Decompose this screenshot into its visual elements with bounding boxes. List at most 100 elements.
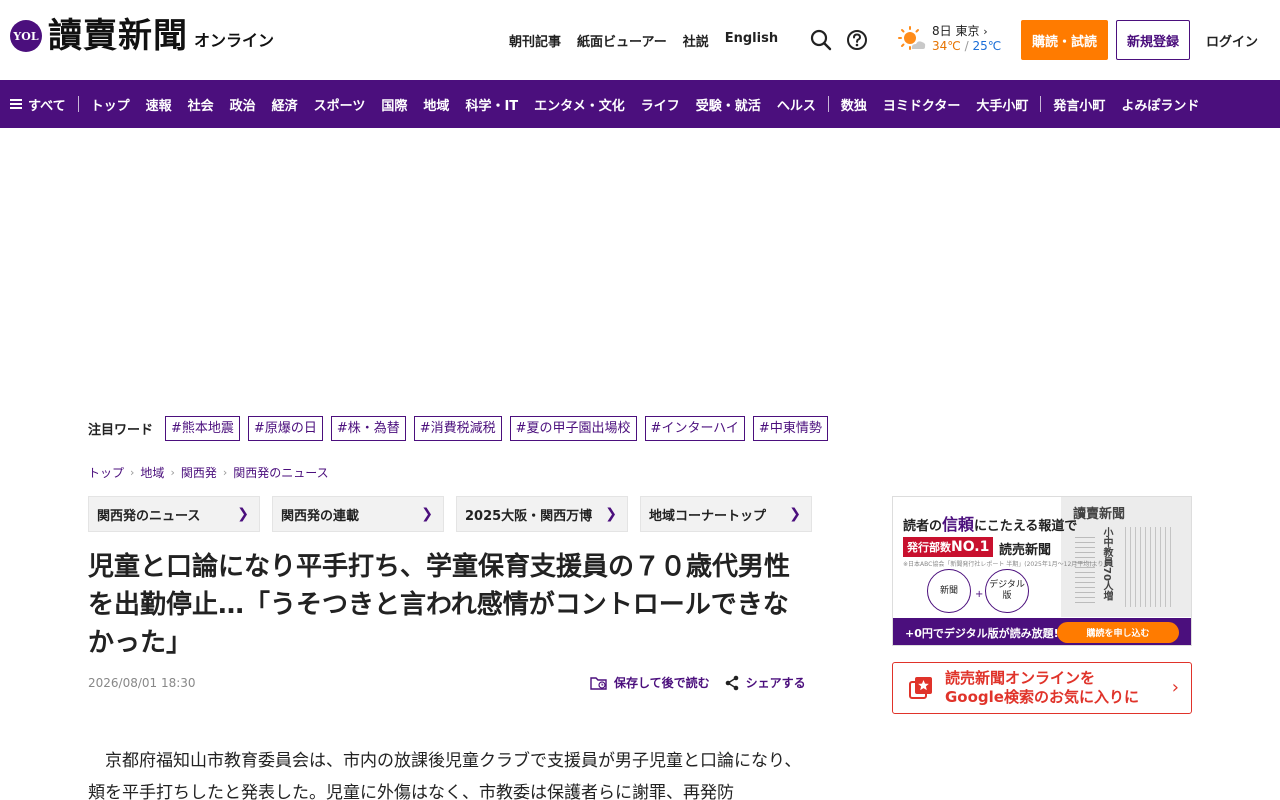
nav-item-politics[interactable]: 政治 bbox=[222, 95, 264, 114]
ad-circle-digital: デジタル版 bbox=[985, 569, 1029, 613]
google-favorite-line2: Google検索のお気に入りに bbox=[945, 688, 1139, 706]
nav-item-sports[interactable]: スポーツ bbox=[306, 95, 374, 114]
section-subnav: 関西発のニュース ❯ 関西発の連載 ❯ 2025大阪・関西万博 ❯ 地域コーナートップ… bbox=[88, 496, 812, 532]
login-button[interactable]: ログイン bbox=[1206, 31, 1258, 50]
chevron-right-icon: ❯ bbox=[421, 506, 433, 522]
ad-badge-no1: NO.1 bbox=[951, 539, 990, 555]
header-links: 朝刊記事 紙面ビューアー 社説 English bbox=[509, 31, 778, 50]
yol-logo-badge: YOL bbox=[10, 20, 42, 52]
chevron-right-icon: › bbox=[222, 466, 228, 479]
nav-item-otekomachi[interactable]: 大手小町 bbox=[968, 95, 1036, 114]
ad-brand-name: 読売新聞 bbox=[999, 543, 1052, 558]
trending-words: 注目ワード #熊本地震 #原爆の日 #株・為替 #消費税減税 #夏の甲子園出場校… bbox=[88, 416, 836, 441]
subnav-kansai-series[interactable]: 関西発の連載 ❯ bbox=[272, 496, 444, 532]
nav-item-sudoku[interactable]: 数独 bbox=[833, 95, 875, 114]
google-favorite-text: 読売新聞オンラインを Google検索のお気に入りに bbox=[945, 669, 1139, 707]
share-icon bbox=[725, 675, 738, 690]
trend-tag[interactable]: #中東情勢 bbox=[752, 416, 828, 441]
search-icon[interactable] bbox=[810, 29, 832, 51]
share-label: シェアする bbox=[745, 676, 806, 690]
link-editorial[interactable]: 社説 bbox=[683, 31, 709, 50]
breadcrumb-item[interactable]: トップ bbox=[88, 464, 124, 481]
breadcrumb-item[interactable]: 地域 bbox=[140, 464, 164, 481]
star-bookmark-icon bbox=[909, 677, 932, 699]
ad-bar-text: +0円でデジタル版が読み放題! bbox=[905, 626, 1059, 640]
google-favorite-box[interactable]: 読売新聞オンラインを Google検索のお気に入りに › bbox=[892, 662, 1192, 714]
temp-separator: / bbox=[964, 39, 969, 53]
breadcrumb-item[interactable]: 関西発 bbox=[181, 464, 217, 481]
newspaper-image: 讀賣新聞 小中教員70人増 bbox=[1061, 497, 1191, 617]
trend-tag[interactable]: #インターハイ bbox=[644, 416, 745, 441]
nav-item-economy[interactable]: 経済 bbox=[264, 95, 306, 114]
subscribe-button[interactable]: 購読・試読 bbox=[1021, 20, 1108, 60]
trend-tag[interactable]: #消費税減税 bbox=[413, 416, 502, 441]
nav-divider bbox=[77, 96, 79, 112]
ad-headline: 読者の信頼にこたえる報道で bbox=[903, 511, 1077, 535]
newspaper-text-lines bbox=[1075, 537, 1095, 607]
nav-item-local[interactable]: 地域 bbox=[415, 95, 457, 114]
menu-icon bbox=[10, 99, 22, 109]
nav-item-health[interactable]: ヘルス bbox=[769, 95, 824, 114]
google-favorite-line1: 読売新聞オンラインを bbox=[945, 669, 1096, 687]
link-morning-articles[interactable]: 朝刊記事 bbox=[509, 31, 561, 50]
temp-low: 25℃ bbox=[972, 39, 1002, 53]
article-date: 2026/08/01 18:30 bbox=[88, 676, 196, 690]
chevron-right-icon: › bbox=[983, 25, 988, 38]
subnav-label: 関西発の連載 bbox=[281, 508, 360, 524]
nav-item-yomidr[interactable]: ヨミドクター bbox=[875, 95, 968, 114]
nav-item-yomipo-land[interactable]: よみぽランド bbox=[1113, 95, 1207, 114]
trend-tag[interactable]: #夏の甲子園出場校 bbox=[509, 416, 637, 441]
link-english[interactable]: English bbox=[725, 31, 778, 50]
nav-item-international[interactable]: 国際 bbox=[373, 95, 415, 114]
sun-cloud-icon bbox=[898, 26, 926, 50]
link-paper-viewer[interactable]: 紙面ビューアー bbox=[577, 31, 667, 50]
article-actions: 保存して後で読む シェアする bbox=[590, 674, 806, 691]
chevron-right-icon: › bbox=[130, 466, 135, 479]
nav-item-exam-job[interactable]: 受験・就活 bbox=[688, 95, 769, 114]
subnav-label: 地域コーナートップ bbox=[649, 508, 767, 524]
subnav-kansai-news[interactable]: 関西発のニュース ❯ bbox=[88, 496, 260, 532]
ad-no1-badge: 発行部数NO.1 bbox=[903, 537, 994, 557]
subnav-local-top[interactable]: 地域コーナートップ ❯ bbox=[640, 496, 812, 532]
newspaper-masthead: 讀賣新聞 bbox=[1073, 507, 1126, 522]
weather-widget[interactable]: 8日 東京 › 34℃ / 25℃ bbox=[898, 24, 1001, 54]
ad-footnote: ※日本ABC協会「新聞発行社レポート 半期」(2025年1月〜12月平均)より bbox=[903, 561, 1104, 568]
breadcrumb: トップ › 地域 › 関西発 › 関西発のニュース bbox=[88, 464, 329, 481]
main-nav: すべて トップ 速報 社会 政治 経済 スポーツ 国際 地域 科学・IT エンタ… bbox=[0, 80, 1280, 128]
nav-item-breaking[interactable]: 速報 bbox=[138, 95, 180, 114]
subnav-label: 2025大阪・関西万博 bbox=[465, 508, 593, 524]
nav-item-science[interactable]: 科学・IT bbox=[457, 95, 526, 114]
subnav-expo[interactable]: 2025大阪・関西万博 ❯ bbox=[456, 496, 628, 532]
newspaper-text-lines bbox=[1125, 527, 1175, 607]
nav-item-life[interactable]: ライフ bbox=[633, 95, 688, 114]
nav-all-label: すべて bbox=[28, 98, 66, 114]
site-logo[interactable]: YOL 讀賣新聞 オンライン bbox=[10, 16, 274, 56]
chevron-right-icon: ❯ bbox=[605, 506, 617, 522]
save-later-button[interactable]: 保存して後で読む bbox=[590, 674, 710, 691]
help-icon[interactable] bbox=[846, 29, 868, 51]
trend-tag[interactable]: #原爆の日 bbox=[247, 416, 323, 441]
ad-circle-paper: 新聞 bbox=[927, 569, 971, 613]
nav-item-society[interactable]: 社会 bbox=[180, 95, 222, 114]
ad-headline-strong: 信頼 bbox=[942, 515, 975, 534]
folder-clock-icon bbox=[590, 676, 607, 690]
nav-item-top[interactable]: トップ bbox=[83, 95, 138, 114]
nav-item-entertainment[interactable]: エンタメ・文化 bbox=[526, 95, 633, 114]
breadcrumb-item[interactable]: 関西発のニュース bbox=[233, 464, 328, 481]
nav-all-menu[interactable]: すべて bbox=[0, 95, 74, 114]
trend-tag[interactable]: #熊本地震 bbox=[165, 416, 240, 441]
ad-apply-button[interactable]: 購読を申し込む bbox=[1057, 622, 1179, 643]
chevron-right-icon: ❯ bbox=[789, 506, 801, 522]
ad-headline-post: にこたえる報道で bbox=[974, 519, 1078, 534]
share-button[interactable]: シェアする bbox=[724, 674, 806, 691]
article-headline: 児童と口論になり平手打ち、学童保育支援員の７０歳代男性を出勤停止…「うそつきと言… bbox=[88, 552, 791, 658]
site-header: YOL 讀賣新聞 オンライン 朝刊記事 紙面ビューアー 社説 English 8… bbox=[0, 0, 1280, 80]
article-body: 京都府福知山市教育委員会は、市内の放課後児童クラブで支援員が男子児童と口論になり… bbox=[88, 751, 802, 800]
subnav-label: 関西発のニュース bbox=[97, 508, 201, 524]
subscription-ad-banner[interactable]: 讀賣新聞 小中教員70人増 読者の信頼にこたえる報道で 発行部数NO.1 読売新… bbox=[892, 496, 1192, 646]
register-button[interactable]: 新規登録 bbox=[1116, 20, 1190, 60]
nav-item-hatsugen-komachi[interactable]: 発言小町 bbox=[1045, 95, 1113, 114]
chevron-right-icon: › bbox=[1171, 677, 1179, 698]
ad-badge-pre: 発行部数 bbox=[907, 541, 951, 554]
trend-tag[interactable]: #株・為替 bbox=[330, 416, 406, 441]
